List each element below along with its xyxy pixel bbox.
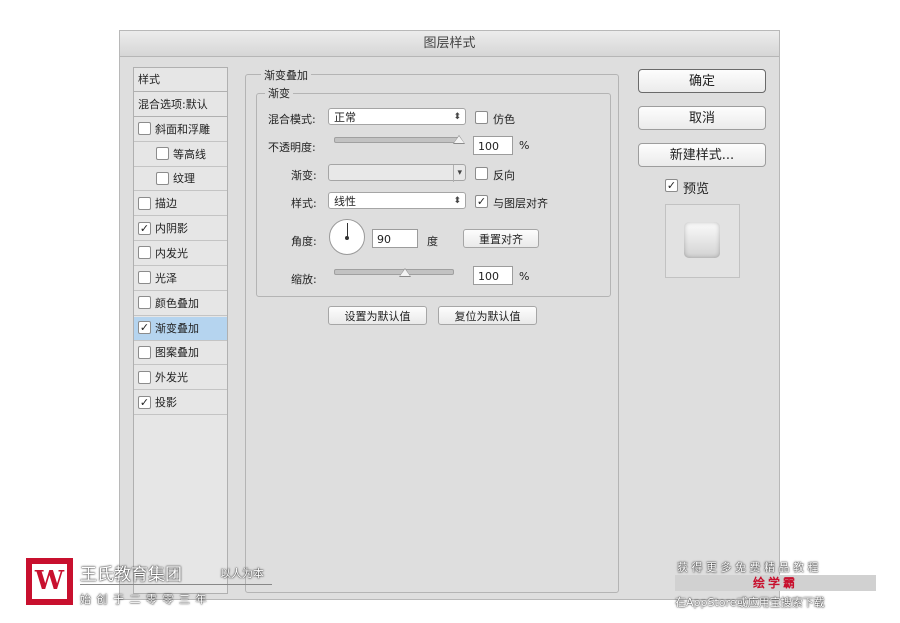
gradient-picker[interactable]: ▾ xyxy=(328,164,466,182)
sidebar-item-checkbox[interactable] xyxy=(138,370,151,384)
sidebar-item-label: 内发光 xyxy=(155,246,188,260)
sidebar-item-label: 等高线 xyxy=(173,147,206,161)
sidebar-item[interactable]: 图案叠加 xyxy=(134,341,227,366)
cancel-button[interactable]: 取消 xyxy=(638,106,766,130)
watermark-brand: 绘学霸 xyxy=(752,576,798,590)
opacity-slider-thumb[interactable] xyxy=(453,135,465,144)
sidebar-item[interactable]: 样式 xyxy=(134,68,227,92)
sidebar-item-checkbox[interactable]: ✓ xyxy=(138,321,151,334)
dither-label: 仿色 xyxy=(493,113,515,126)
scale-slider-track[interactable] xyxy=(334,269,454,275)
reset-alignment-button[interactable]: 重置对齐 xyxy=(463,229,539,248)
sidebar-item[interactable]: 混合选项:默认 xyxy=(134,93,227,117)
updown-arrows-icon: ⬍ xyxy=(453,196,461,206)
sidebar-item-checkbox[interactable] xyxy=(138,271,151,285)
sidebar-item[interactable]: 外发光 xyxy=(134,366,227,391)
sidebar-item[interactable]: ✓ 渐变叠加 xyxy=(134,316,227,341)
company-logo: W xyxy=(26,558,73,605)
sidebar-item-checkbox[interactable] xyxy=(156,147,169,161)
sidebar-item-label: 样式 xyxy=(138,73,160,86)
layer-style-dialog: 图层样式 样式混合选项:默认斜面和浮雕等高线纹理描边 ✓ 内阴影内发光光泽颜色叠加 ✓… xyxy=(119,30,780,600)
watermark-get-more: 获 得 更 多 免 费 精 品 教 程 xyxy=(677,561,819,574)
angle-label: 角度: xyxy=(291,235,317,248)
align-with-layer-checkbox[interactable]: ✓ xyxy=(475,195,488,208)
sidebar-item-label: 纹理 xyxy=(173,172,195,186)
angle-dial[interactable] xyxy=(329,219,365,255)
styles-sidebar: 样式混合选项:默认斜面和浮雕等高线纹理描边 ✓ 内阴影内发光光泽颜色叠加 ✓ 渐变叠加图… xyxy=(133,67,228,594)
scale-input[interactable]: 100 xyxy=(473,266,513,285)
sidebar-item-label: 渐变叠加 xyxy=(155,321,199,335)
scale-label: 缩放: xyxy=(291,273,317,286)
sidebar-item-label: 图案叠加 xyxy=(155,346,199,360)
blend-mode-select[interactable]: 正常 ⬍ xyxy=(328,108,466,125)
updown-arrows-icon: ⬍ xyxy=(453,112,461,122)
watermark-founded: 始 创 于 二 零 零 三 年 xyxy=(80,593,208,606)
new-style-button[interactable]: 新建样式... xyxy=(638,143,766,167)
sidebar-item-label: 内阴影 xyxy=(155,222,188,236)
opacity-input[interactable]: 100 xyxy=(473,136,513,155)
sidebar-item[interactable]: 光泽 xyxy=(134,267,227,291)
sidebar-item[interactable]: 内发光 xyxy=(134,242,227,266)
dropdown-arrow-icon: ▾ xyxy=(453,165,462,182)
ok-button[interactable]: 确定 xyxy=(638,69,766,93)
preview-swatch xyxy=(684,222,720,258)
sidebar-item-checkbox[interactable] xyxy=(138,122,151,136)
sidebar-item-label: 光泽 xyxy=(155,271,177,285)
sidebar-item-checkbox[interactable]: ✓ xyxy=(138,395,151,409)
sidebar-item[interactable]: ✓ 内阴影 xyxy=(134,217,227,242)
style-select[interactable]: 线性 ⬍ xyxy=(328,192,466,209)
opacity-unit: % xyxy=(519,139,530,152)
sidebar-item-label: 混合选项:默认 xyxy=(138,97,208,111)
sidebar-item-label: 投影 xyxy=(155,396,177,410)
blend-mode-label: 混合模式: xyxy=(268,113,316,126)
set-as-default-button[interactable]: 设置为默认值 xyxy=(328,306,427,325)
style-preview xyxy=(665,204,740,278)
preview-checkbox[interactable]: ✓ xyxy=(665,179,678,192)
sidebar-item-checkbox[interactable] xyxy=(138,196,151,210)
gradient-label: 渐变: xyxy=(291,169,317,182)
reverse-checkbox[interactable] xyxy=(475,167,488,180)
angle-unit: 度 xyxy=(427,235,438,248)
sidebar-item[interactable]: 描边 xyxy=(134,192,227,217)
opacity-label: 不透明度: xyxy=(268,141,316,154)
sidebar-item-label: 外发光 xyxy=(155,371,188,385)
sidebar-item-label: 斜面和浮雕 xyxy=(155,122,210,136)
sidebar-item[interactable]: 颜色叠加 xyxy=(134,292,227,316)
scale-slider-thumb[interactable] xyxy=(398,268,411,277)
sidebar-item-checkbox[interactable] xyxy=(138,296,151,310)
blend-mode-value: 正常 xyxy=(334,111,356,124)
sidebar-item-checkbox[interactable]: ✓ xyxy=(138,221,151,235)
style-label: 样式: xyxy=(291,197,317,210)
reverse-label: 反向 xyxy=(493,169,515,182)
reset-to-default-button[interactable]: 复位为默认值 xyxy=(438,306,537,325)
logo-mark-icon: W xyxy=(34,566,65,596)
angle-input[interactable]: 90 xyxy=(372,229,418,248)
preview-label: 预览 xyxy=(683,182,710,197)
align-with-layer-label: 与图层对齐 xyxy=(493,197,548,210)
sidebar-item-label: 描边 xyxy=(155,197,177,211)
watermark-slogan: 以人为本 xyxy=(220,567,264,580)
watermark-divider xyxy=(80,584,272,585)
sidebar-item-checkbox[interactable] xyxy=(138,345,151,359)
gradient-subgroup-title: 渐变 xyxy=(265,85,293,101)
sidebar-item[interactable]: 斜面和浮雕 xyxy=(134,118,227,142)
dialog-title: 图层样式 xyxy=(120,31,779,57)
sidebar-item[interactable]: 等高线 xyxy=(134,143,227,167)
watermark-company-name: 王氏教育集团 xyxy=(80,565,182,585)
dither-checkbox[interactable] xyxy=(475,111,488,124)
sidebar-item[interactable]: ✓ 投影 xyxy=(134,391,227,416)
scale-unit: % xyxy=(519,270,530,283)
style-value: 线性 xyxy=(334,195,356,208)
angle-dial-center xyxy=(345,236,349,240)
sidebar-item-label: 颜色叠加 xyxy=(155,296,199,310)
sidebar-item-checkbox[interactable] xyxy=(138,246,151,260)
sidebar-item[interactable]: 纹理 xyxy=(134,167,227,192)
gradient-overlay-group-title: 渐变叠加 xyxy=(261,67,311,83)
sidebar-item-checkbox[interactable] xyxy=(156,171,169,185)
watermark-download: 在AppStore或应用宝搜索下载 xyxy=(675,596,825,609)
opacity-slider-track[interactable] xyxy=(334,137,461,143)
